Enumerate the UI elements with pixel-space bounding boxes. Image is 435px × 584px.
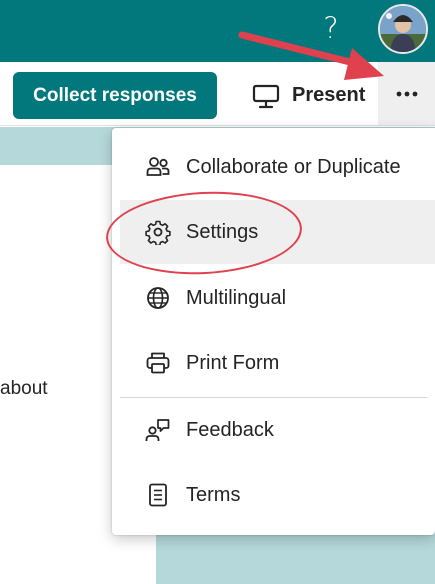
menu-item-multilingual[interactable]: Multilingual <box>112 266 435 330</box>
ellipsis-icon <box>396 91 417 96</box>
more-options-menu: Collaborate or Duplicate Settings Multil… <box>112 128 435 535</box>
menu-item-terms[interactable]: Terms <box>112 463 435 527</box>
menu-item-label: Print Form <box>186 351 280 374</box>
printer-icon <box>146 352 170 374</box>
collect-responses-button[interactable]: Collect responses <box>13 72 217 119</box>
menu-item-feedback[interactable]: Feedback <box>112 398 435 462</box>
menu-item-label: Terms <box>186 483 241 506</box>
menu-item-print-form[interactable]: Print Form <box>112 331 435 395</box>
people-icon <box>146 157 170 176</box>
menu-item-label: Collaborate or Duplicate <box>186 155 401 178</box>
menu-item-label: Feedback <box>186 418 274 441</box>
document-icon <box>149 483 167 507</box>
form-body-text: about <box>0 378 48 399</box>
menu-item-collaborate[interactable]: Collaborate or Duplicate <box>112 135 435 199</box>
pointer-arrow-icon <box>238 31 384 80</box>
feedback-icon <box>145 419 170 441</box>
menu-item-label: Multilingual <box>186 286 287 309</box>
globe-icon <box>147 287 169 309</box>
